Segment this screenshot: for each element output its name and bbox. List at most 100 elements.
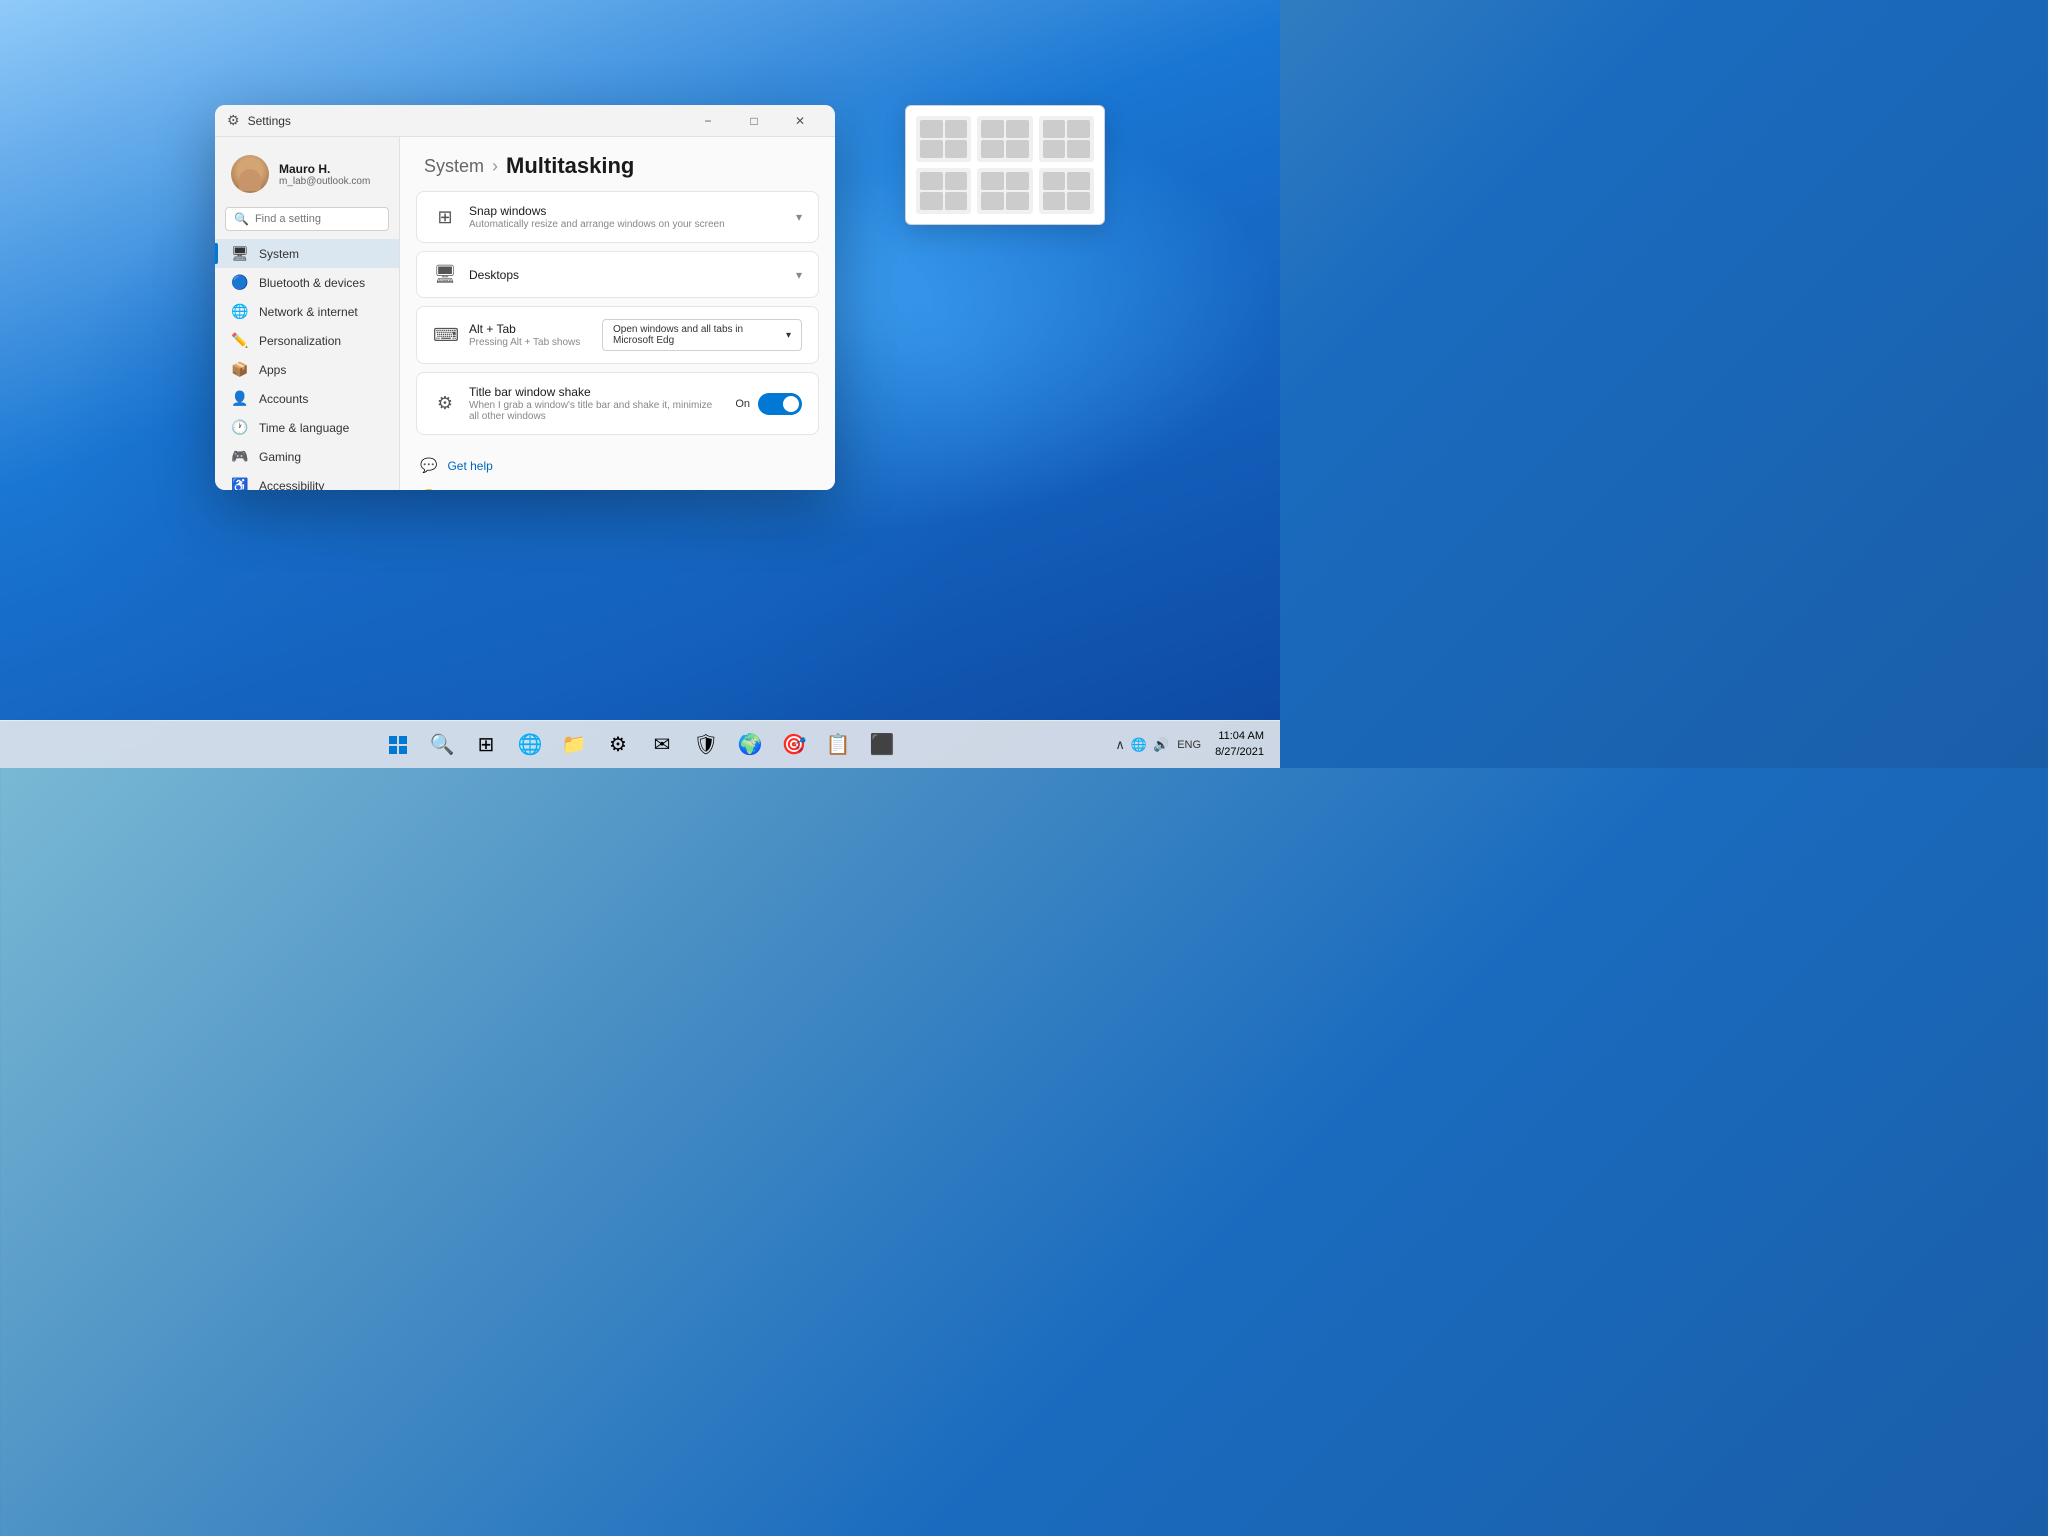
snap-windows-card: ⊞ Snap windows Automatically resize and …	[416, 191, 819, 243]
snap-block	[945, 120, 968, 138]
get-help-link[interactable]: 💬 Get help	[416, 451, 819, 480]
alt-tab-title: Alt + Tab	[469, 322, 590, 336]
page-header: System › Multitasking	[400, 137, 835, 191]
desktops-chevron-icon: ▾	[796, 268, 802, 282]
taskbar-right: ∧ 🌐 🔊 ENG 11:04 AM 8/27/2021	[1113, 729, 1272, 760]
sidebar-item-gaming[interactable]: 🎮 Gaming	[215, 442, 399, 471]
avatar-image	[231, 155, 269, 193]
give-feedback-text: Give feedback	[447, 490, 524, 491]
title-bar-shake-action: On	[735, 393, 802, 415]
sidebar-item-label: Gaming	[259, 450, 301, 464]
tray-up-icon[interactable]: ∧	[1113, 735, 1127, 755]
snap-windows-row[interactable]: ⊞ Snap windows Automatically resize and …	[417, 192, 818, 242]
snap-windows-text: Snap windows Automatically resize and ar…	[469, 204, 784, 230]
snap-block	[1006, 120, 1029, 138]
taskbar-taskview-button[interactable]: ⊞	[466, 725, 506, 765]
alt-tab-icon: ⌨	[433, 325, 457, 346]
sidebar-item-bluetooth[interactable]: 🔵 Bluetooth & devices	[215, 268, 399, 297]
user-profile[interactable]: Mauro H. m_lab@outlook.com	[215, 145, 399, 207]
taskbar-app3-button[interactable]: 🎯	[774, 725, 814, 765]
settings-window: ⚙ Settings − □ ✕ Mauro H. m_lab@outlook.…	[215, 105, 835, 490]
breadcrumb-separator: ›	[492, 156, 498, 177]
snap-layout-4[interactable]	[916, 168, 971, 214]
user-email: m_lab@outlook.com	[279, 176, 370, 187]
minimize-button[interactable]: −	[685, 105, 731, 137]
taskbar-search-button[interactable]: 🔍	[422, 725, 462, 765]
taskbar-explorer-button[interactable]: 📁	[554, 725, 594, 765]
alt-tab-text: Alt + Tab Pressing Alt + Tab shows	[469, 322, 590, 348]
taskbar-app2-button[interactable]: 🌍	[730, 725, 770, 765]
sidebar-item-label: Bluetooth & devices	[259, 276, 365, 290]
taskbar-clock[interactable]: 11:04 AM 8/27/2021	[1207, 729, 1272, 760]
taskbar-app5-button[interactable]: ⬛	[862, 725, 902, 765]
snap-windows-title: Snap windows	[469, 204, 784, 218]
search-icon: 🔍	[234, 212, 249, 226]
alt-tab-dropdown[interactable]: Open windows and all tabs in Microsoft E…	[602, 319, 802, 351]
sidebar-item-apps[interactable]: 📦 Apps	[215, 355, 399, 384]
snap-layout-2[interactable]	[977, 116, 1032, 162]
snap-block	[1043, 192, 1066, 210]
accessibility-icon: ♿	[231, 477, 249, 490]
snap-layout-3[interactable]	[1039, 116, 1094, 162]
taskbar-center: 🔍 ⊞ 🌐 📁 ⚙ ✉ 🛡 🌍 🎯 📋 ⬛	[378, 725, 902, 765]
snap-layout-1[interactable]	[916, 116, 971, 162]
close-button[interactable]: ✕	[777, 105, 823, 137]
desktops-row[interactable]: 🖥 Desktops ▾	[417, 252, 818, 297]
taskbar-app4-button[interactable]: 📋	[818, 725, 858, 765]
alt-tab-card: ⌨ Alt + Tab Pressing Alt + Tab shows Ope…	[416, 306, 819, 364]
sidebar-item-label: Apps	[259, 363, 286, 377]
snap-layout-5[interactable]	[977, 168, 1032, 214]
give-feedback-link[interactable]: 😊 Give feedback	[416, 482, 819, 490]
main-content: System › Multitasking ⊞ Snap windows Aut…	[400, 137, 835, 490]
taskbar: 🔍 ⊞ 🌐 📁 ⚙ ✉ 🛡 🌍 🎯 📋 ⬛ ∧ 🌐 🔊 ENG 11:04 AM…	[0, 720, 1280, 768]
taskbar-mail-button[interactable]: ✉	[642, 725, 682, 765]
search-box[interactable]: 🔍	[225, 207, 389, 231]
snap-block	[1006, 172, 1029, 190]
system-icon: 🖥	[231, 245, 249, 262]
sidebar-item-accounts[interactable]: 👤 Accounts	[215, 384, 399, 413]
sidebar-item-label: Accounts	[259, 392, 308, 406]
snap-windows-icon: ⊞	[433, 207, 457, 228]
snap-block	[1043, 140, 1066, 158]
snap-block	[1067, 172, 1090, 190]
page-title: Multitasking	[506, 153, 634, 179]
snap-block	[1043, 172, 1066, 190]
network-tray-icon[interactable]: 🌐	[1129, 735, 1149, 755]
title-bar-shake-desc: When I grab a window's title bar and sha…	[469, 400, 723, 422]
sidebar-item-network[interactable]: 🌐 Network & internet	[215, 297, 399, 326]
snap-windows-desc: Automatically resize and arrange windows…	[469, 219, 784, 230]
snap-block	[1006, 192, 1029, 210]
snap-layout-6[interactable]	[1039, 168, 1094, 214]
desktops-card: 🖥 Desktops ▾	[416, 251, 819, 298]
title-bar-shake-toggle[interactable]	[758, 393, 802, 415]
snap-block	[920, 192, 943, 210]
sidebar-item-time[interactable]: 🕐 Time & language	[215, 413, 399, 442]
settings-sections: ⊞ Snap windows Automatically resize and …	[400, 191, 835, 451]
snap-block	[920, 172, 943, 190]
start-button[interactable]	[378, 725, 418, 765]
title-bar: ⚙ Settings − □ ✕	[215, 105, 835, 137]
sidebar-item-system[interactable]: 🖥 System	[215, 239, 399, 268]
snap-block	[945, 172, 968, 190]
sidebar-item-label: System	[259, 247, 299, 261]
language-indicator[interactable]: ENG	[1175, 737, 1203, 753]
alt-tab-action: Open windows and all tabs in Microsoft E…	[602, 319, 802, 351]
taskbar-settings-button[interactable]: ⚙	[598, 725, 638, 765]
sidebar-item-label: Network & internet	[259, 305, 358, 319]
sidebar-item-personalization[interactable]: ✏️ Personalization	[215, 326, 399, 355]
snap-block	[945, 140, 968, 158]
title-bar-shake-text: Title bar window shake When I grab a win…	[469, 385, 723, 422]
taskbar-edge-button[interactable]: 🌐	[510, 725, 550, 765]
taskbar-app1-button[interactable]: 🛡	[686, 725, 726, 765]
sidebar-item-accessibility[interactable]: ♿ Accessibility	[215, 471, 399, 490]
snap-block	[920, 120, 943, 138]
snap-block	[981, 172, 1004, 190]
bluetooth-icon: 🔵	[231, 274, 249, 291]
get-help-icon: 💬	[420, 457, 437, 474]
sound-tray-icon[interactable]: 🔊	[1151, 735, 1171, 755]
sidebar-item-label: Personalization	[259, 334, 341, 348]
snap-block	[1006, 140, 1029, 158]
search-input[interactable]	[255, 213, 380, 225]
maximize-button[interactable]: □	[731, 105, 777, 137]
desktops-text: Desktops	[469, 268, 784, 282]
